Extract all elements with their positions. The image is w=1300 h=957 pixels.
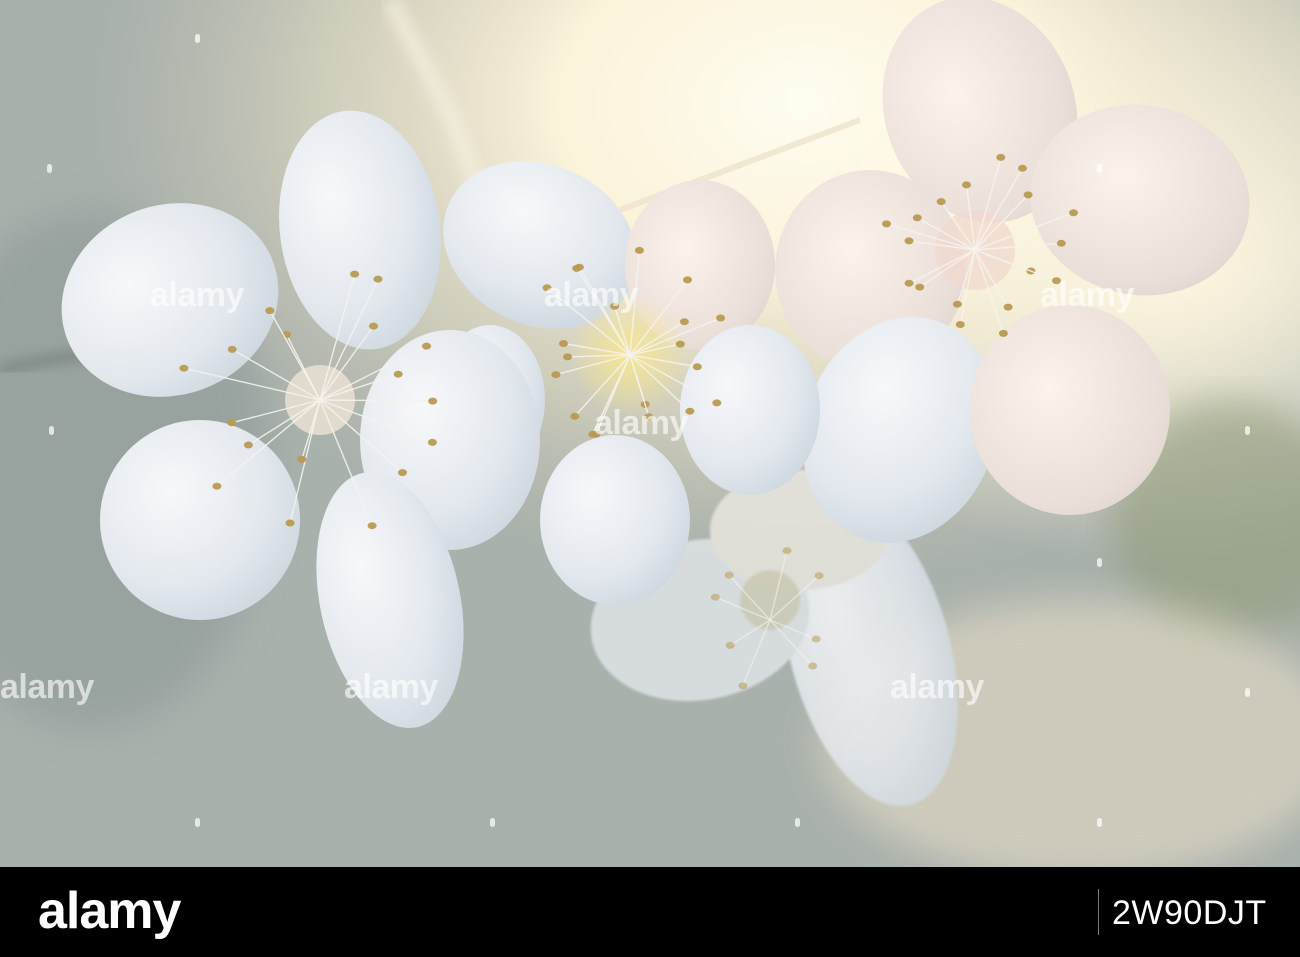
- stamen-anther: [265, 307, 275, 315]
- stamen-anther: [710, 593, 720, 601]
- stamen-anther: [398, 469, 407, 477]
- stamen-anther: [1069, 209, 1078, 217]
- stamen-anther: [814, 572, 824, 580]
- stamen-anther: [427, 438, 437, 446]
- stamen-anther: [955, 321, 965, 328]
- stamen-anther: [551, 371, 561, 379]
- stamen-anther: [952, 300, 962, 308]
- stamen-anther: [227, 345, 237, 353]
- stamen-anther: [811, 635, 821, 643]
- stamen-anther: [996, 153, 1006, 161]
- stamen-anther: [428, 397, 438, 405]
- stamen-anther: [297, 455, 307, 463]
- stamen-anther: [393, 370, 403, 378]
- stamen-anther: [369, 322, 378, 330]
- stamen-anther: [1003, 303, 1013, 311]
- watermark: alamy: [1040, 276, 1134, 314]
- image-id: 2W90DJT: [1112, 894, 1267, 932]
- stamen-anther: [738, 682, 748, 690]
- stamen-anther: [574, 263, 584, 271]
- stamen-anther: [570, 412, 580, 420]
- watermark-dot: [795, 818, 800, 827]
- stamen-anther: [998, 329, 1008, 337]
- photo: alamy alamy alamy alamy alamy alamy alam…: [0, 0, 1300, 867]
- watermark-dot: [1097, 164, 1102, 173]
- footer-logo: alamy: [38, 882, 181, 940]
- watermark-dot: [1097, 558, 1102, 567]
- stamen-anther: [882, 220, 891, 228]
- stamen-anther: [367, 522, 377, 530]
- stamen-anther: [212, 482, 222, 490]
- stamen-anther: [936, 198, 946, 206]
- watermark-dot: [195, 818, 200, 827]
- stamen-anther: [692, 363, 702, 371]
- stamen-anther: [1023, 191, 1033, 199]
- stamen-anther: [285, 519, 295, 527]
- watermark: alamy: [544, 276, 638, 314]
- stamen-anther: [912, 214, 922, 222]
- footer-separator: [1098, 889, 1099, 935]
- watermark-dot: [49, 426, 54, 435]
- stamen-anther: [675, 340, 685, 348]
- watermark: alamy: [0, 668, 94, 706]
- watermark-dot: [1097, 818, 1102, 827]
- watermark-dot: [490, 818, 495, 827]
- stamen-anther: [559, 340, 568, 347]
- stamen-anther: [716, 314, 726, 322]
- stamen-anther: [904, 237, 914, 245]
- watermark-dot: [1245, 688, 1250, 697]
- stamen-anther: [1056, 239, 1066, 247]
- stamen-anther: [422, 342, 431, 350]
- stamen-anther: [227, 419, 237, 427]
- stamen-anther: [724, 571, 734, 579]
- watermark: alamy: [344, 668, 438, 706]
- stamen-anther: [725, 641, 735, 649]
- stamen-anther: [350, 270, 360, 278]
- stamen-anther: [808, 662, 818, 670]
- watermark-dot: [195, 34, 200, 43]
- stamen-anther: [179, 364, 189, 372]
- watermark: alamy: [150, 276, 244, 314]
- stamen-anther: [782, 547, 792, 555]
- stamen-anther: [679, 318, 689, 326]
- watermark: alamy: [594, 404, 688, 442]
- stamen-anther: [915, 283, 925, 291]
- watermark-dot: [47, 164, 52, 173]
- watermark: alamy: [890, 668, 984, 706]
- stamen-anther: [962, 181, 971, 189]
- stamen-anther: [563, 353, 573, 361]
- footer-bar: alamy 2W90DJT: [0, 867, 1300, 957]
- stamen-anther: [712, 399, 722, 407]
- watermark-dot: [1245, 426, 1250, 435]
- stamen-anther: [243, 441, 253, 449]
- stamen-anther: [373, 275, 383, 283]
- stamen-anther: [683, 276, 692, 284]
- stamen-anther: [634, 246, 644, 254]
- stamen-anther: [1018, 164, 1027, 172]
- stamen-anther: [904, 279, 914, 287]
